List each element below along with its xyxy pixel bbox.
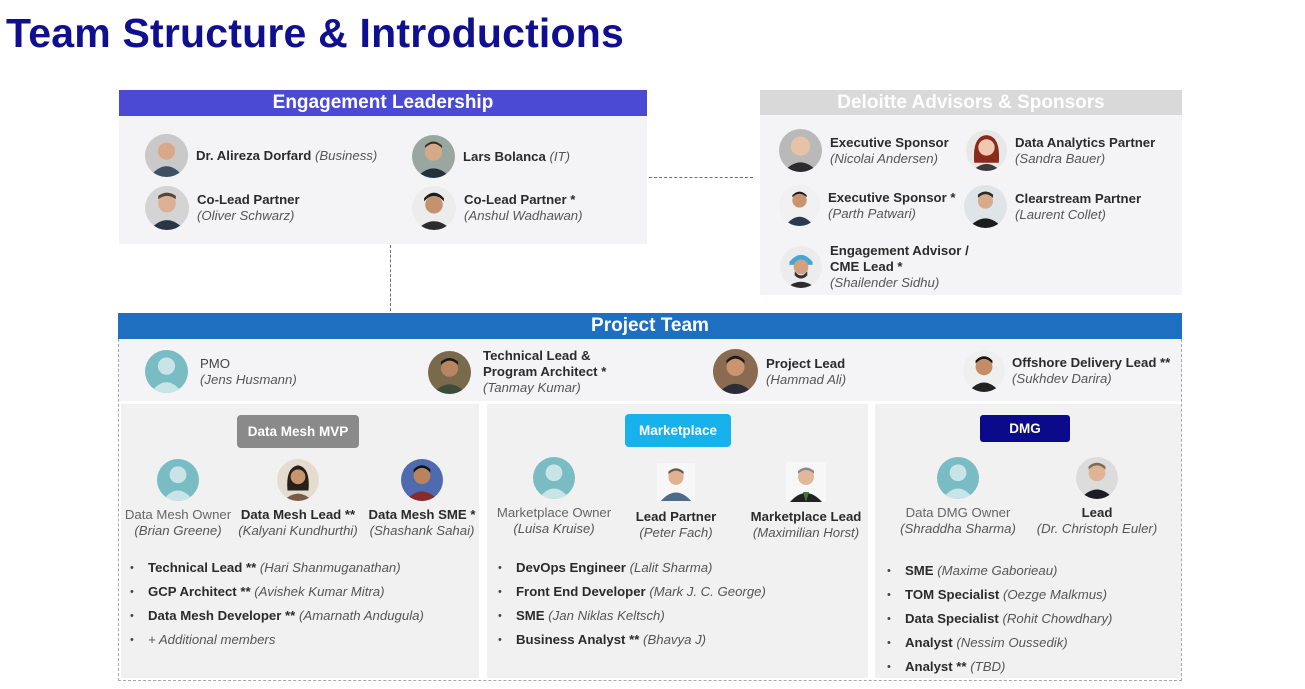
list-item: SME (Jan Niklas Keltsch)	[494, 604, 766, 628]
dmg-tab[interactable]: DMG	[980, 415, 1070, 442]
person-card: Data Mesh Lead ** (Kalyani Kundhurthi)	[238, 459, 358, 539]
advisors-header: Deloitte Advisors & Sponsors	[760, 90, 1182, 115]
page-title: Team Structure & Introductions	[6, 10, 625, 56]
list-item: Analyst ** (TBD)	[883, 655, 1112, 679]
person-card: Co-Lead Partner * (Anshul Wadhawan)	[412, 186, 583, 230]
person-card: Project Lead (Hammad Ali)	[713, 349, 846, 394]
person-card: PMO (Jens Husmann)	[145, 350, 297, 393]
person-photo-icon	[713, 349, 758, 394]
user-silhouette-icon	[157, 459, 199, 501]
person-card: Clearstream Partner (Laurent Collet)	[964, 185, 1141, 228]
connector-line	[649, 177, 753, 178]
list-item: TOM Specialist (Oezge Malkmus)	[883, 583, 1112, 607]
user-silhouette-icon	[937, 457, 979, 499]
person-card: Lead Partner (Peter Fach)	[620, 461, 732, 541]
marketplace-member-list: DevOps Engineer (Lalit Sharma) Front End…	[494, 556, 766, 652]
person-photo-icon	[966, 130, 1007, 171]
list-item: Technical Lead ** (Hari Shanmuganathan)	[126, 556, 424, 580]
person-card: Data Mesh Owner (Brian Greene)	[118, 459, 238, 539]
person-photo-icon	[428, 350, 471, 394]
dmg-member-list: SME (Maxime Gaborieau) TOM Specialist (O…	[883, 559, 1112, 679]
list-item: Business Analyst ** (Bhavya J)	[494, 628, 766, 652]
person-card: Marketplace Lead (Maximilian Horst)	[745, 461, 867, 541]
person-card: Engagement Advisor / CME Lead * (Shailende…	[780, 243, 969, 291]
user-silhouette-icon	[533, 457, 575, 499]
person-photo-icon	[277, 459, 319, 501]
person-photo-icon	[657, 461, 695, 503]
person-card: Offshore Delivery Lead ** (Sukhdev Darira…	[963, 350, 1170, 392]
person-photo-icon	[779, 185, 820, 226]
person-card: Co-Lead Partner (Oliver Schwarz)	[145, 186, 300, 230]
person-card: Executive Sponsor (Nicolai Andersen)	[779, 129, 949, 172]
data-mesh-mvp-tab[interactable]: Data Mesh MVP	[237, 415, 359, 448]
connector-line	[390, 245, 391, 311]
person-photo-icon	[412, 135, 455, 178]
user-silhouette-icon	[145, 350, 188, 393]
list-item: + Additional members	[126, 628, 424, 652]
person-card: Technical Lead & Program Architect * (Tanm…	[428, 348, 606, 396]
person-photo-icon	[412, 186, 456, 230]
list-item: DevOps Engineer (Lalit Sharma)	[494, 556, 766, 580]
person-photo-icon	[145, 134, 188, 177]
marketplace-tab[interactable]: Marketplace	[625, 414, 731, 447]
data-mesh-member-list: Technical Lead ** (Hari Shanmuganathan) …	[126, 556, 424, 652]
engagement-leadership-header: Engagement Leadership	[119, 90, 647, 116]
person-card: Marketplace Owner (Luisa Kruise)	[488, 457, 620, 537]
project-team-header: Project Team	[118, 313, 1182, 339]
list-item: Front End Developer (Mark J. C. George)	[494, 580, 766, 604]
person-photo-icon	[401, 459, 443, 501]
person-photo-icon	[1076, 457, 1118, 499]
person-photo-icon	[786, 461, 826, 503]
list-item: Data Mesh Developer ** (Amarnath Andugul…	[126, 604, 424, 628]
person-photo-icon	[780, 246, 822, 288]
list-item: SME (Maxime Gaborieau)	[883, 559, 1112, 583]
person-photo-icon	[779, 129, 822, 172]
person-card: Dr. Alireza Dorfard (Business)	[145, 134, 377, 177]
person-photo-icon	[963, 350, 1005, 392]
list-item: GCP Architect ** (Avishek Kumar Mitra)	[126, 580, 424, 604]
person-card: Data DMG Owner (Shraddha Sharma)	[895, 457, 1021, 537]
person-card: Executive Sponsor * (Parth Patwari)	[779, 185, 956, 226]
person-card: Lead (Dr. Christoph Euler)	[1030, 457, 1164, 537]
person-card: Data Mesh SME * (Shashank Sahai)	[362, 459, 482, 539]
person-photo-icon	[964, 185, 1007, 228]
list-item: Data Specialist (Rohit Chowdhary)	[883, 607, 1112, 631]
person-photo-icon	[145, 186, 189, 230]
list-item: Analyst (Nessim Oussedik)	[883, 631, 1112, 655]
person-card: Data Analytics Partner (Sandra Bauer)	[966, 130, 1155, 171]
person-card: Lars Bolanca (IT)	[412, 135, 570, 178]
